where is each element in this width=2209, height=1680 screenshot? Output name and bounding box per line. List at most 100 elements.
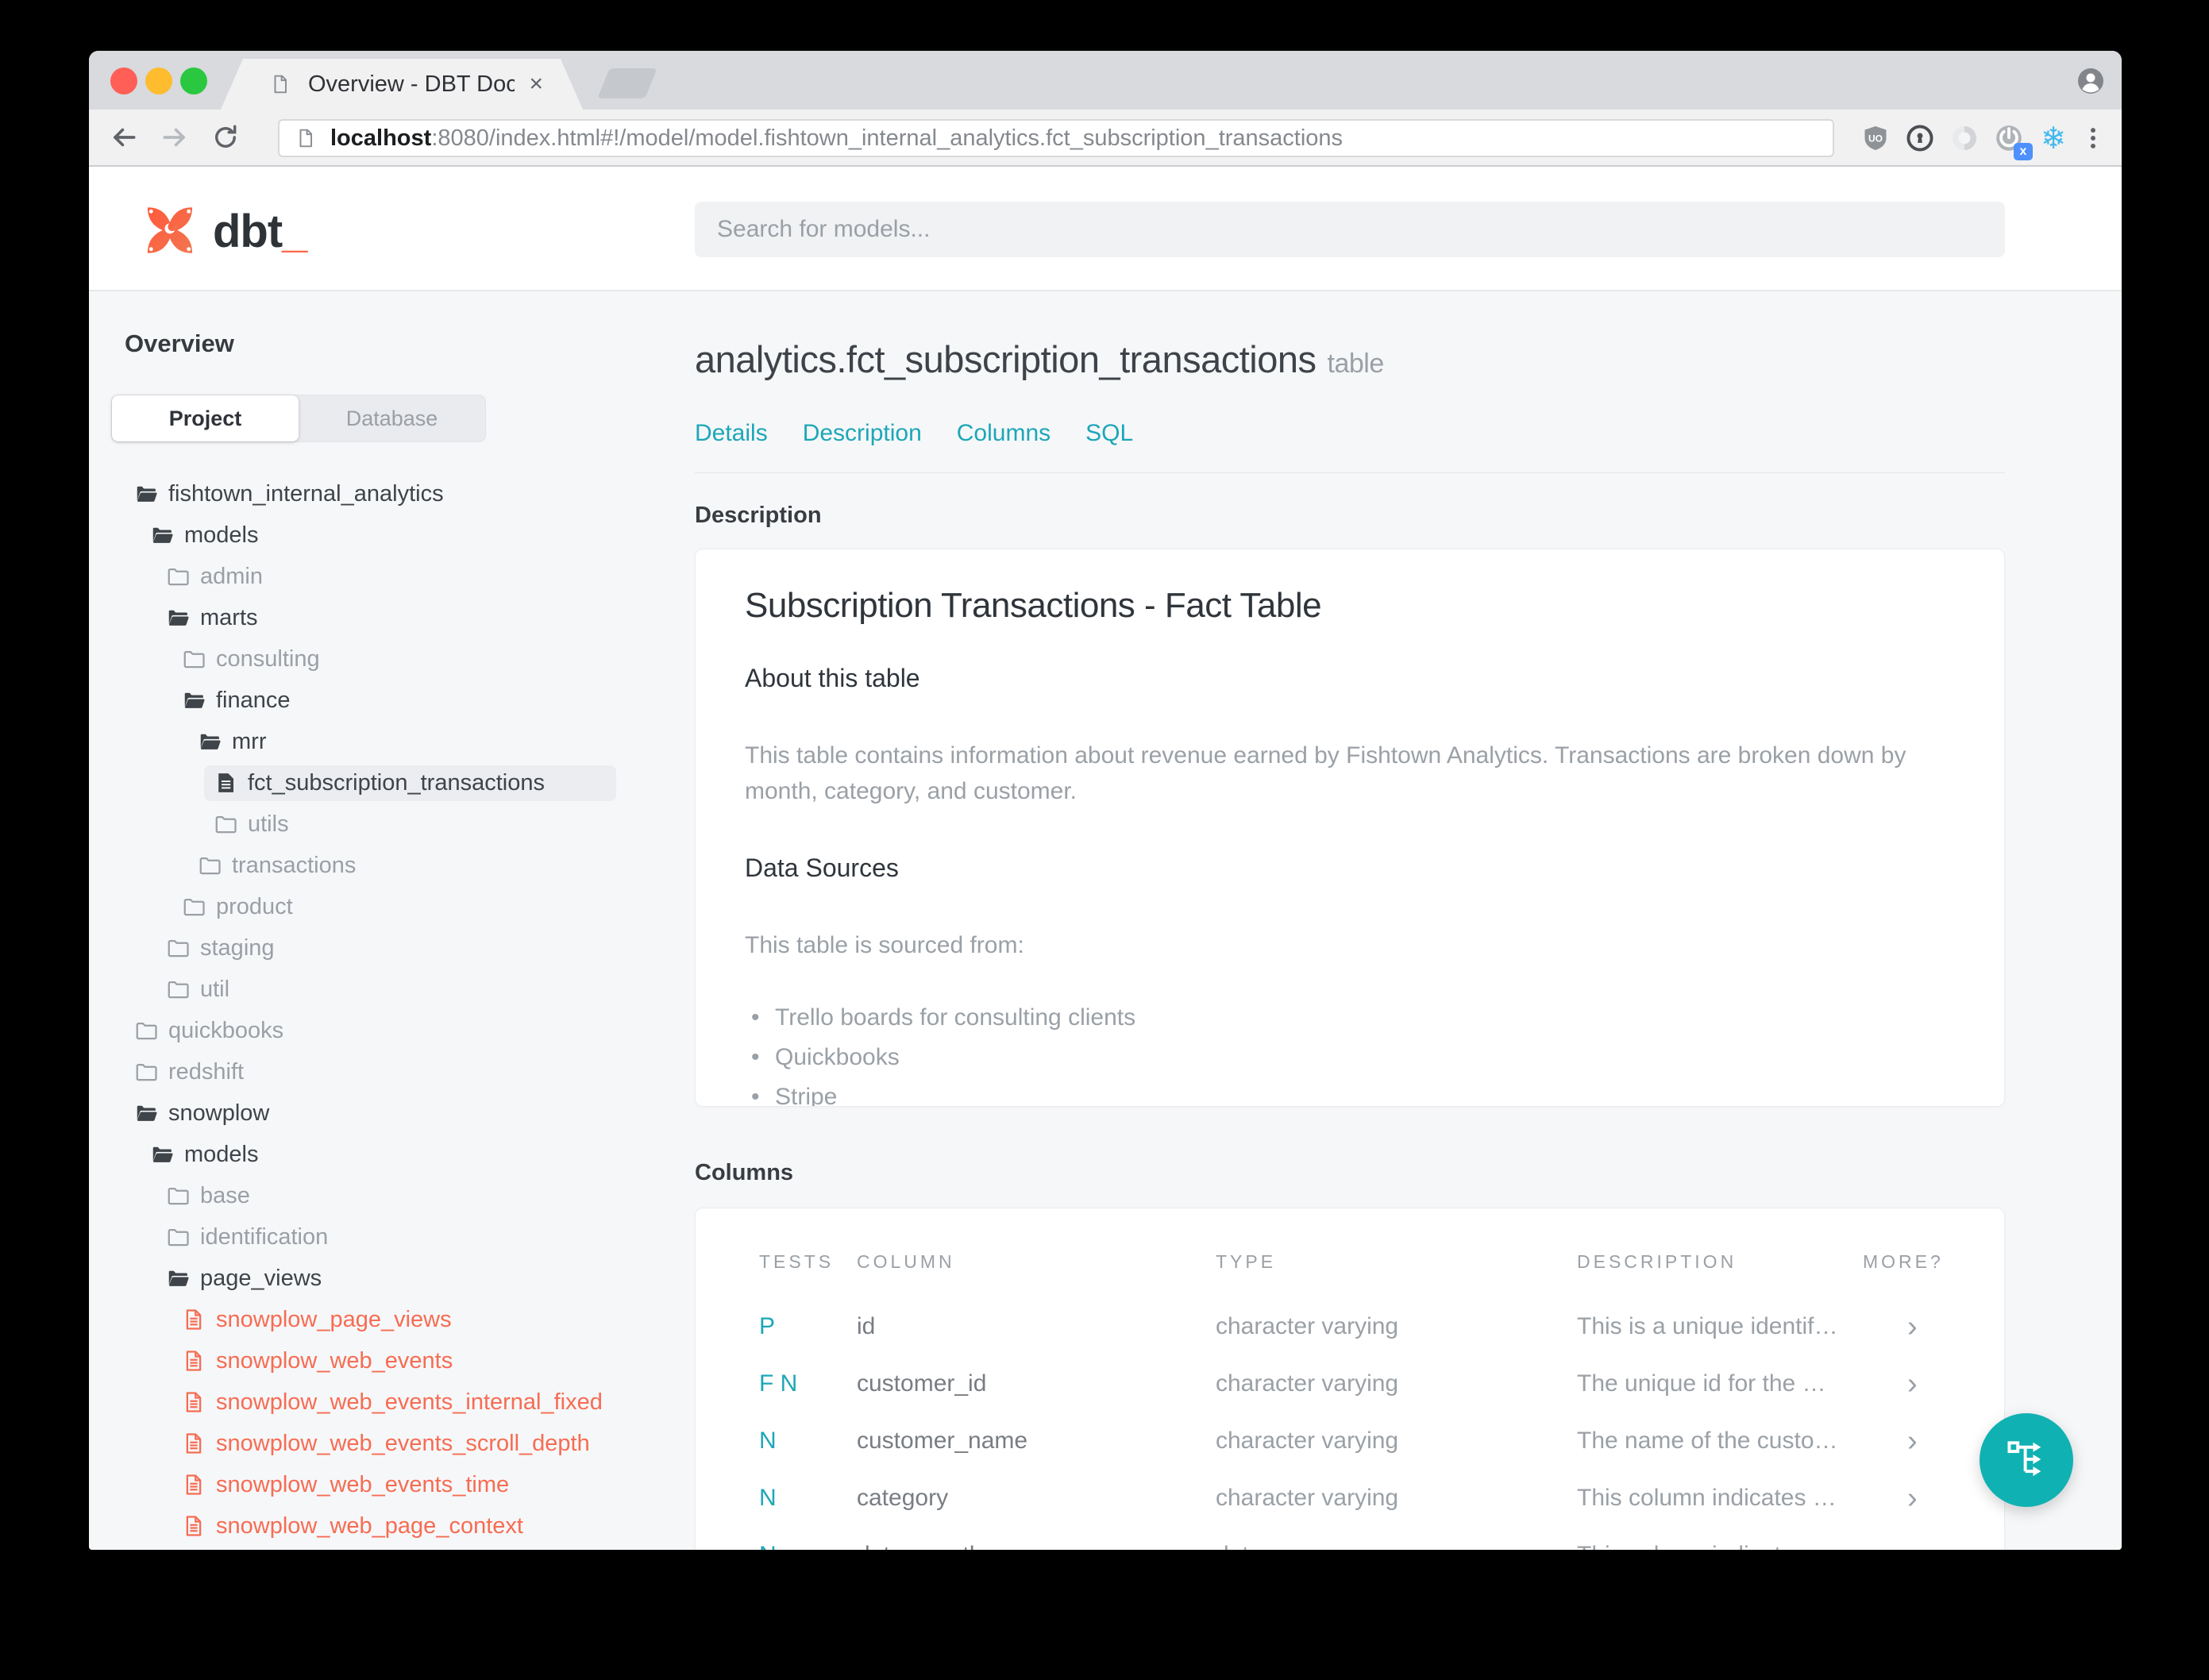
dbt-header: dbt_ (89, 167, 2122, 291)
description-cell: This column indicates … (1577, 1485, 1837, 1511)
browser-window: Overview - DBT Docs × localhost:8080/ind… (89, 51, 2122, 1550)
tree-item-consulting[interactable]: consulting (89, 638, 677, 680)
column-row-id[interactable]: Pid character varying This is a unique ide… (759, 1298, 2004, 1355)
chevron-right-icon[interactable]: › (1863, 1367, 2004, 1401)
tree-item-label: snowplow_web_events (216, 1347, 453, 1374)
tree-item-snowplow_page_views[interactable]: snowplow_page_views (89, 1299, 677, 1340)
svg-text:UO: UO (1868, 133, 1883, 144)
type-cell: character varying (1216, 1428, 1399, 1454)
tree-item-util[interactable]: util (89, 969, 677, 1010)
column-row-category[interactable]: Ncategory character varying This column in… (759, 1470, 2004, 1527)
refresh-button[interactable] (210, 121, 241, 153)
browser-menu-icon[interactable] (2076, 121, 2111, 156)
sphere-extension-icon[interactable] (1947, 121, 1982, 156)
tree-item-fct_subscription_transactions[interactable]: fct_subscription_transactions (89, 762, 677, 803)
columns-section-label: Columns (695, 1160, 794, 1185)
folder-closed-icon (198, 853, 222, 877)
tree-item-base[interactable]: base (89, 1175, 677, 1216)
tree-item-admin[interactable]: admin (89, 556, 677, 597)
column-row-customer_name[interactable]: Ncustomer_name character varying The name … (759, 1412, 2004, 1470)
tree-item-snowplow_web_events[interactable]: snowplow_web_events (89, 1340, 677, 1381)
tree-item-models[interactable]: models (89, 1134, 677, 1175)
tree-item-redshift[interactable]: redshift (89, 1051, 677, 1092)
url-page-icon (295, 126, 319, 150)
tree-item-page_views[interactable]: page_views (89, 1258, 677, 1299)
snowflake-extension-icon[interactable]: ❄ (2036, 121, 2071, 156)
folder-open-icon (166, 606, 190, 630)
tree-item-models[interactable]: models (89, 514, 677, 556)
onepassword-extension-icon[interactable] (1903, 121, 1937, 156)
ublock-extension-icon[interactable]: UO (1858, 121, 1893, 156)
dbt-logo-icon[interactable] (141, 202, 199, 259)
description-cell: The name of the custo… (1577, 1428, 1838, 1454)
description-card: Subscription Transactions - Fact Table A… (695, 549, 2005, 1107)
tree-item-transactions[interactable]: transactions (89, 845, 677, 886)
chevron-right-icon[interactable]: › (1863, 1539, 2004, 1551)
model-nav-link-sql[interactable]: SQL (1085, 420, 1133, 447)
column-row-customer_id[interactable]: F N customer_id character varying The uniqu… (759, 1355, 2004, 1412)
forward-button[interactable] (159, 121, 191, 153)
folder-open-icon (150, 1142, 174, 1166)
column-header-type: TYPE (1216, 1251, 1277, 1272)
file-icon-red (182, 1349, 206, 1373)
tree-item-snowplow[interactable]: snowplow (89, 1092, 677, 1134)
tab-database[interactable]: Database (299, 395, 485, 441)
url-host: localhost (330, 125, 432, 151)
tree-item-label: transactions (232, 852, 357, 878)
folder-open-icon (134, 482, 158, 506)
sidebar-view-switch: Project Database (111, 395, 486, 442)
tree-item-snowplow_web_events_scroll_depth[interactable]: snowplow_web_events_scroll_depth (89, 1423, 677, 1464)
tree-item-mrr[interactable]: mrr (89, 721, 677, 762)
card-title: Subscription Transactions - Fact Table (745, 586, 1322, 625)
file-icon-red (182, 1431, 206, 1455)
file-icon-red (182, 1473, 206, 1497)
tab-title: Overview - DBT Docs (308, 71, 515, 97)
file-icon-red (182, 1514, 206, 1538)
back-button[interactable] (108, 121, 140, 153)
window-minimize-button[interactable] (145, 67, 172, 94)
sources-list: Trello boards for consulting clients Quic… (745, 1006, 1955, 1107)
tree-item-label: snowplow_web_page_context (216, 1512, 523, 1539)
column-header-column: COLUMN (857, 1251, 955, 1272)
columns-table-body: Pid character varying This is a unique ide… (759, 1298, 2004, 1551)
folder-open-icon (134, 1101, 158, 1125)
tests-cell: N (759, 1428, 777, 1454)
tree-item-label: product (216, 893, 293, 919)
model-nav-link-columns[interactable]: Columns (957, 420, 1051, 447)
chevron-right-icon[interactable]: › (1863, 1310, 2004, 1344)
type-cell: date (1216, 1542, 1577, 1550)
tree-item-label: fct_subscription_transactions (248, 769, 545, 796)
tree-item-snowplow_web_page_context[interactable]: snowplow_web_page_context (89, 1505, 677, 1547)
browser-profile-avatar[interactable] (2077, 67, 2104, 94)
type-cell: character varying (1216, 1485, 1399, 1511)
description-cell: This is a unique identif… (1577, 1313, 1838, 1339)
url-bar[interactable]: localhost:8080/index.html#!/model/model.… (278, 119, 1834, 157)
lineage-graph-fab[interactable] (1980, 1413, 2073, 1507)
tree-item-snowplow_web_events_internal_fixed[interactable]: snowplow_web_events_internal_fixed (89, 1381, 677, 1423)
nav-divider (695, 472, 2005, 473)
tree-item-label: snowplow_web_events_scroll_depth (216, 1430, 590, 1456)
tree-item-label: base (200, 1182, 250, 1208)
tree-item-fishtown_internal_analytics[interactable]: fishtown_internal_analytics (89, 473, 677, 514)
tree-item-staging[interactable]: staging (89, 927, 677, 969)
model-nav-link-description[interactable]: Description (803, 420, 922, 447)
chevron-right-icon[interactable]: › (1863, 1482, 2004, 1516)
tree-item-finance[interactable]: finance (89, 680, 677, 721)
tests-cell: F N (759, 1370, 798, 1397)
tree-item-snowplow_web_events_time[interactable]: snowplow_web_events_time (89, 1464, 677, 1505)
window-close-button[interactable] (110, 67, 137, 94)
model-nav-link-details[interactable]: Details (695, 420, 768, 447)
browser-tab[interactable]: Overview - DBT Docs × (221, 59, 583, 110)
search-input[interactable] (695, 202, 2005, 257)
window-zoom-button[interactable] (180, 67, 207, 94)
tree-item-quickbooks[interactable]: quickbooks (89, 1010, 677, 1051)
new-tab-button[interactable] (597, 68, 657, 98)
tree-item-marts[interactable]: marts (89, 597, 677, 638)
power-extension-icon[interactable]: x (1991, 121, 2033, 160)
tab-close-icon[interactable]: × (529, 71, 543, 98)
tree-item-identification[interactable]: identification (89, 1216, 677, 1258)
tab-project[interactable]: Project (112, 395, 299, 441)
tree-item-utils[interactable]: utils (89, 803, 677, 845)
column-row-date_month[interactable]: Ndate_monthdateThis column indicates …› (759, 1527, 2004, 1551)
tree-item-product[interactable]: product (89, 886, 677, 927)
